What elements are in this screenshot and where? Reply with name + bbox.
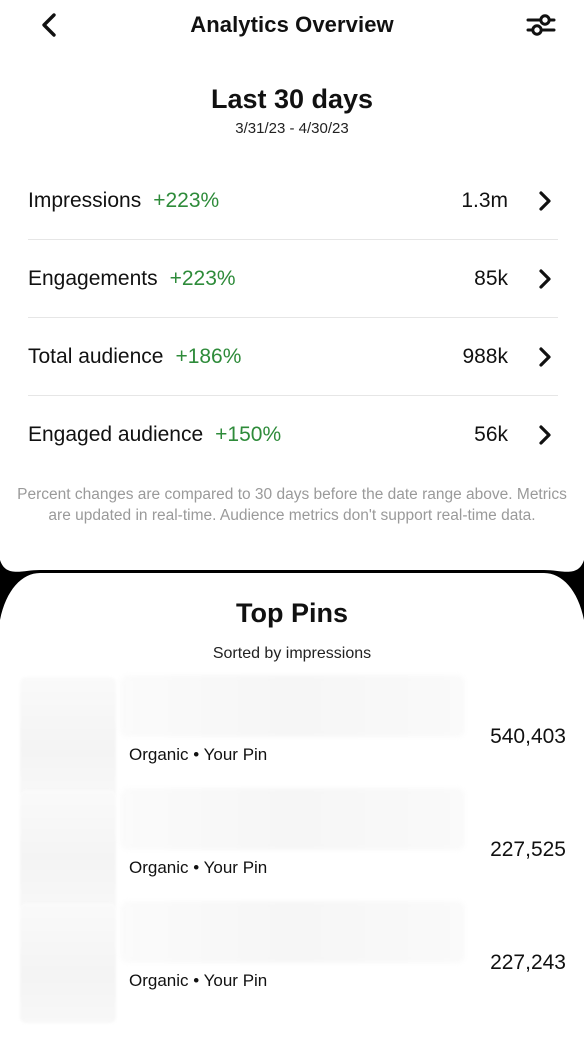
metric-value: 1.3m <box>461 188 508 212</box>
pin-item[interactable]: Organic • Your Pin 227,243 <box>0 901 584 1051</box>
metric-row-impressions[interactable]: Impressions +223% 1.3m <box>28 162 558 240</box>
pin-title-blurred <box>120 788 465 850</box>
metric-value: 56k <box>474 422 508 446</box>
pin-title-blurred <box>120 901 465 963</box>
chevron-right-icon <box>534 267 556 291</box>
pin-impressions: 227,525 <box>490 838 566 861</box>
top-bar: Analytics Overview <box>0 0 584 52</box>
date-range-title: Last 30 days <box>210 84 374 114</box>
metric-row-engaged-audience[interactable]: Engaged audience +150% 56k <box>28 396 558 473</box>
metric-change: +223% <box>169 266 236 290</box>
top-pins-title: Top Pins <box>236 598 348 628</box>
metric-change: +223% <box>153 188 220 212</box>
pin-thumbnail <box>20 677 116 797</box>
metric-row-total-audience[interactable]: Total audience +186% 988k <box>28 318 558 396</box>
pin-impressions: 540,403 <box>490 725 566 748</box>
metric-value: 988k <box>462 344 508 368</box>
metric-name: Total audience <box>28 344 164 368</box>
metrics-list: Impressions +223% 1.3m Engagements +223%… <box>28 162 558 473</box>
pin-source: Organic • Your Pin <box>129 971 268 990</box>
page-title: Analytics Overview <box>190 12 394 37</box>
chevron-right-icon <box>534 189 556 213</box>
pin-impressions: 227,243 <box>490 951 566 974</box>
filter-button[interactable] <box>524 8 558 42</box>
pin-source: Organic • Your Pin <box>129 858 268 877</box>
top-pins-subtitle: Sorted by impressions <box>212 645 372 662</box>
pin-title-blurred <box>120 675 465 737</box>
chevron-right-icon <box>534 345 556 369</box>
metrics-footnote: Percent changes are compared to 30 days … <box>17 486 567 524</box>
pin-thumbnail <box>20 790 116 910</box>
date-range-dates: 3/31/23 - 4/30/23 <box>235 120 349 137</box>
metric-row-engagements[interactable]: Engagements +223% 85k <box>28 240 558 318</box>
pin-thumbnail <box>20 903 116 1023</box>
metric-value: 85k <box>474 266 508 290</box>
pin-source: Organic • Your Pin <box>129 745 268 764</box>
metric-name: Impressions <box>28 188 142 212</box>
metric-change: +186% <box>175 344 242 368</box>
chevron-right-icon <box>534 423 556 447</box>
metric-name: Engagements <box>28 266 158 290</box>
metric-change: +150% <box>215 422 282 446</box>
metric-name: Engaged audience <box>28 422 204 446</box>
sliders-icon <box>526 14 556 36</box>
